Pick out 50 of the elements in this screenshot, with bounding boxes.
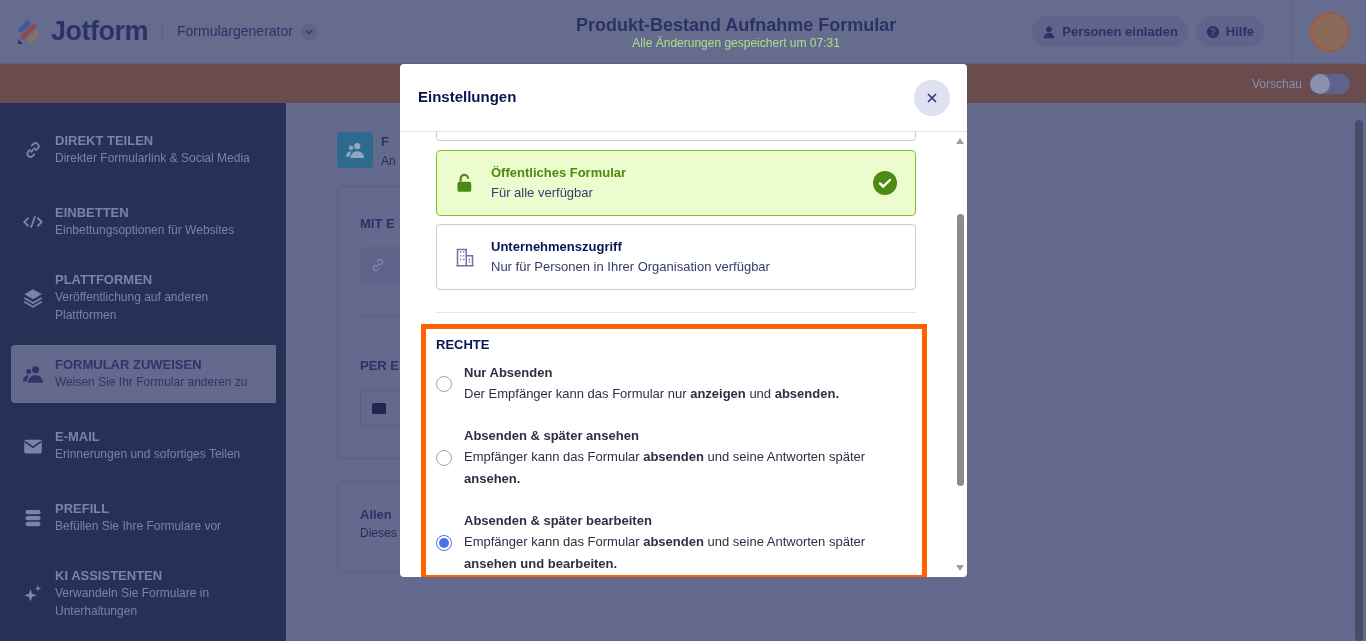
building-icon <box>455 247 475 267</box>
sidebar-item[interactable]: PLATTFORMEN Veröffentlichung auf anderen Plattformen <box>11 265 276 331</box>
preview-label: Vorschau <box>1251 75 1302 93</box>
sidebar-item[interactable]: KI ASSISTENTEN Verwandeln Sie Formulare in Unterhaltungen <box>11 561 276 627</box>
close-icon <box>927 92 937 103</box>
radio-button[interactable] <box>436 376 452 392</box>
close-button[interactable] <box>914 79 950 116</box>
stack-icon <box>23 508 43 528</box>
email-field[interactable] <box>360 389 400 426</box>
sidebar-item[interactable]: EINBETTEN Einbettungsoptionen für Websites <box>11 193 276 251</box>
form-title: Produkt-Bestand Aufnahme Formular <box>575 13 897 36</box>
radio-button[interactable] <box>436 535 452 551</box>
access-option[interactable]: Unternehmenszugriff Nur für Personen in Ihrer Organisation verfügbar <box>436 224 916 290</box>
scroll-down-icon[interactable] <box>956 565 964 571</box>
help-icon <box>1205 24 1220 39</box>
person-icon <box>1042 24 1057 39</box>
logo-text: Jotform <box>51 15 148 49</box>
scroll-up-icon[interactable] <box>956 138 964 144</box>
app-menu[interactable]: Formulargenerator <box>177 21 317 42</box>
preview-toggle[interactable] <box>1310 73 1350 94</box>
link-field[interactable] <box>360 247 400 283</box>
sidebar-item[interactable]: DIREKT TEILEN Direkter Formularlink & Social Media <box>11 121 276 179</box>
section-heading: MIT E <box>360 214 396 233</box>
layers-icon <box>23 288 43 308</box>
link-icon <box>23 140 43 160</box>
chevron-down-icon <box>304 27 313 36</box>
access-option[interactable]: Öffentliches Formular Für alle verfügbar <box>436 150 916 216</box>
sidebar-item[interactable]: PREFILL Befüllen Sie Ihre Formulare vor <box>11 489 276 547</box>
option-title: Absenden & später ansehen <box>464 427 640 445</box>
sidebar-item[interactable]: E-MAIL Erinnerungen und sofortiges Teilen <box>11 417 276 475</box>
option-description: Empfänger kann das Formular absenden und seine Antworten später ansehen und bearbeiten. <box>464 533 867 573</box>
radio-button[interactable] <box>436 450 452 466</box>
section-title: F <box>381 133 390 151</box>
section-heading: RECHTE <box>436 337 491 353</box>
option-title: Absenden & später bearbeiten <box>464 512 653 530</box>
card-text: Dieses <box>360 525 398 542</box>
save-status: Alle Änderungen gespeichert um 07:31 <box>631 35 841 50</box>
option-description: Empfänger kann das Formular absenden und seine Antworten später ansehen. <box>464 448 867 488</box>
card-title: Allen <box>360 505 393 524</box>
check-circle-icon <box>873 171 897 195</box>
people-icon <box>346 141 364 159</box>
dialog-title: Einstellungen <box>418 87 517 108</box>
sparkle-icon <box>23 584 43 604</box>
option-card[interactable] <box>436 132 916 141</box>
link-icon <box>370 257 386 273</box>
option-title: Nur Absenden <box>464 364 554 382</box>
people-icon <box>23 364 43 384</box>
section-subtitle: An <box>381 152 396 170</box>
section-heading: PER E <box>360 357 400 375</box>
option-description: Der Empfänger kann das Formular nur anzeigen und absenden. <box>464 385 839 403</box>
